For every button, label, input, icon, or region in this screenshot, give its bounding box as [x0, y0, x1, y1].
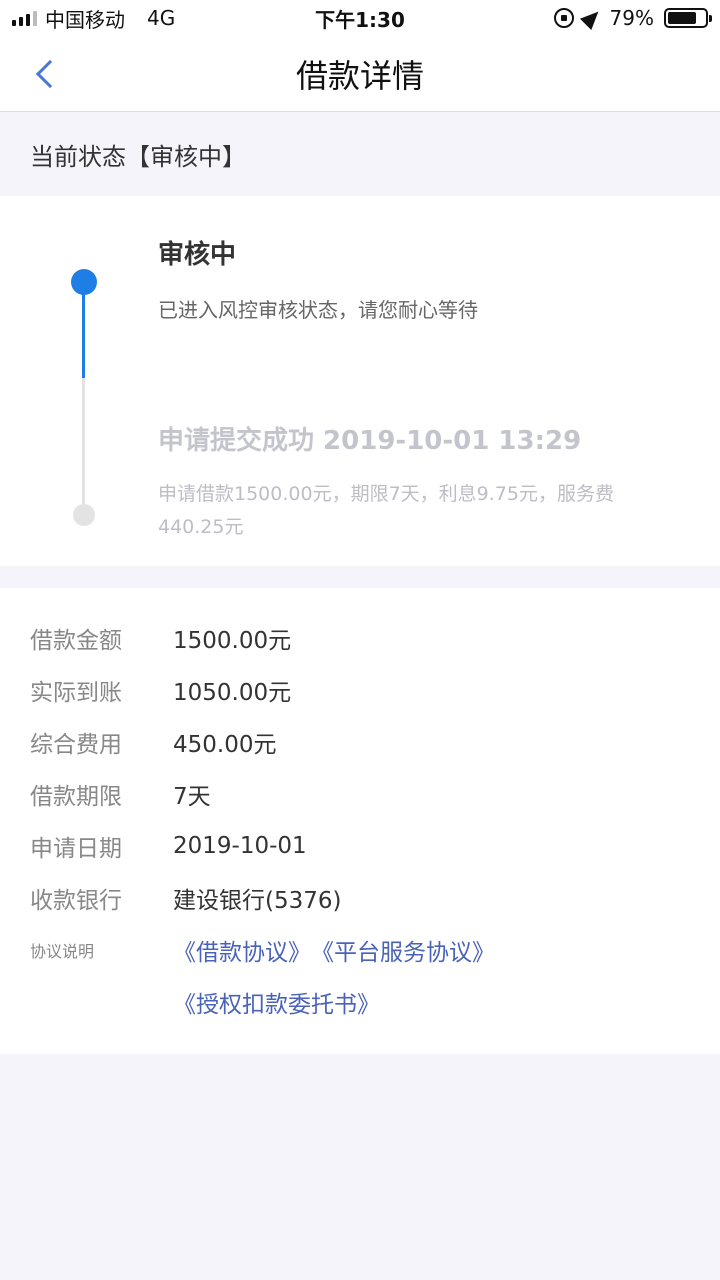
detail-row-date: 申请日期 2019-10-01 [0, 820, 720, 872]
location-arrow-icon [579, 5, 604, 31]
detail-value: 1500.00元 [173, 628, 292, 654]
detail-row-bank: 收款银行 建设银行(5376) [0, 872, 720, 924]
detail-value: 1050.00元 [173, 680, 292, 706]
status-bar: 中国移动 4G 下午1:30 79% [0, 0, 720, 36]
detail-label: 借款期限 [30, 784, 122, 810]
timeline-step-desc: 已进入风控审核状态，请您耐心等待 [158, 298, 478, 322]
detail-label: 收款银行 [30, 888, 122, 914]
timeline-step-title: 申请提交成功 2019-10-01 13:29 [158, 426, 582, 456]
orientation-lock-icon [553, 8, 574, 28]
carrier-name: 中国移动 [45, 7, 125, 32]
agreements-row: 《授权扣款委托书》 [0, 976, 720, 1028]
battery-fill [668, 12, 697, 24]
detail-label: 实际到账 [30, 680, 122, 706]
detail-label: 综合费用 [30, 732, 122, 758]
detail-label: 借款金额 [30, 628, 122, 654]
current-status-label: 当前状态【审核中】 [30, 142, 246, 171]
network-type: 4G [147, 6, 176, 30]
detail-value: 450.00元 [173, 732, 277, 758]
back-button[interactable] [26, 54, 66, 94]
detail-value: 2019-10-01 [173, 833, 307, 859]
detail-row-received: 实际到账 1050.00元 [0, 664, 720, 716]
timeline-line-inactive [82, 378, 85, 514]
timeline-step-desc: 申请借款1500.00元，期限7天，利息9.75元，服务费440.25元 [158, 483, 614, 538]
loan-details-card: 借款金额 1500.00元 实际到账 1050.00元 综合费用 450.00元… [0, 588, 720, 1054]
timeline-step-title: 审核中 [158, 240, 237, 270]
signal-icon [12, 10, 37, 26]
detail-value: 7天 [173, 784, 211, 810]
timeline-dot-active [71, 269, 97, 295]
battery-icon [664, 8, 712, 28]
detail-label: 申请日期 [30, 836, 122, 862]
timeline-line-active [82, 282, 85, 378]
detail-value: 建设银行(5376) [173, 888, 342, 914]
agreements-row: 协议说明 《借款协议》 《平台服务协议》 [0, 924, 720, 976]
timeline-dot-inactive [73, 504, 95, 526]
timeline-card: 审核中 已进入风控审核状态，请您耐心等待 申请提交成功 2019-10-01 1… [0, 196, 720, 566]
chevron-left-icon [35, 59, 65, 89]
loan-agreement-link[interactable]: 《借款协议》 [173, 933, 311, 967]
nav-bar: 借款详情 [0, 36, 720, 112]
detail-row-amount: 借款金额 1500.00元 [0, 612, 720, 664]
agreements-section: 协议说明 《借款协议》 《平台服务协议》 《授权扣款委托书》 [0, 924, 720, 1028]
detail-row-fees: 综合费用 450.00元 [0, 716, 720, 768]
detail-label: 协议说明 [30, 942, 95, 961]
current-status-strip: 当前状态【审核中】 [0, 112, 720, 196]
platform-service-agreement-link[interactable]: 《平台服务协议》 [311, 933, 495, 967]
status-right: 79% [553, 5, 712, 31]
status-left: 中国移动 4G [12, 4, 175, 33]
page-title: 借款详情 [295, 56, 424, 95]
battery-percent: 79% [609, 6, 654, 30]
detail-row-term: 借款期限 7天 [0, 768, 720, 820]
debit-authorization-link[interactable]: 《授权扣款委托书》 [173, 985, 380, 1019]
